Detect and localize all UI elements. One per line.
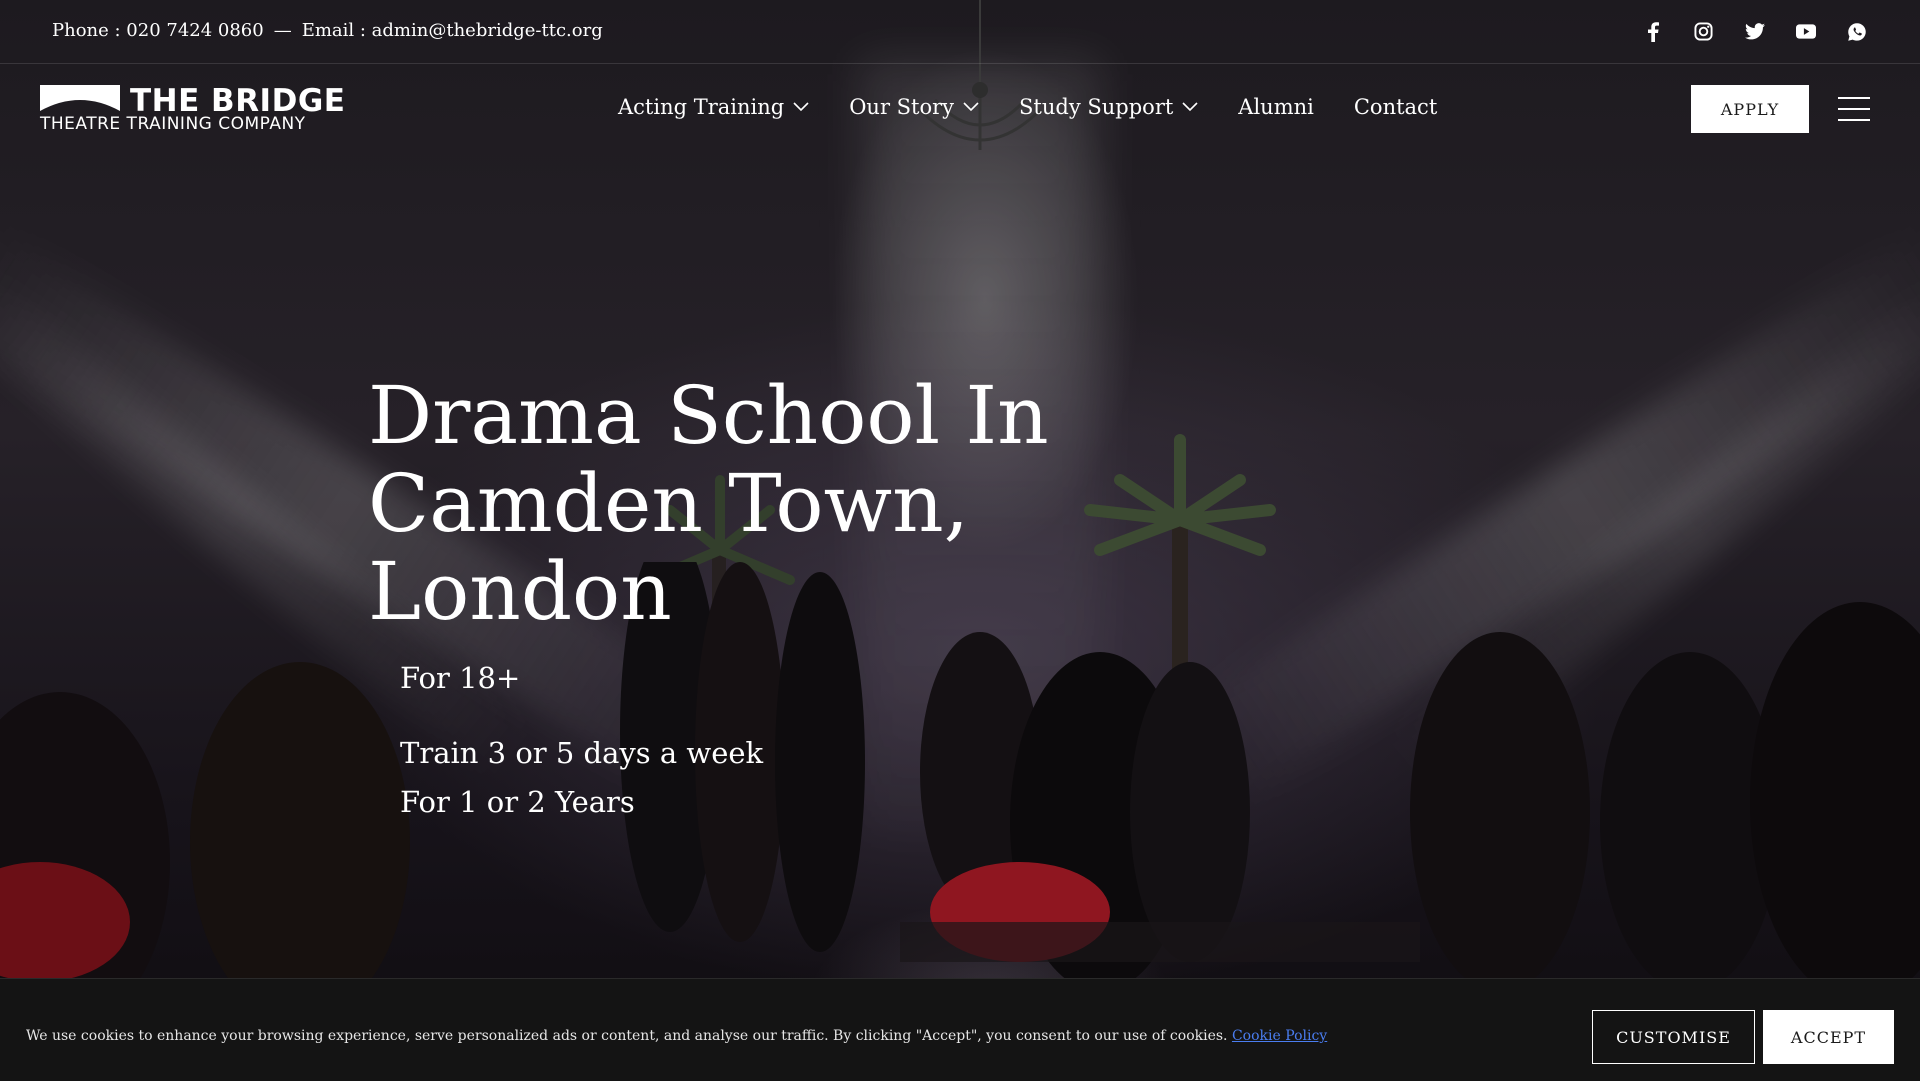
contact-separator: — [273, 20, 292, 41]
nav-item-contact[interactable]: Contact [1354, 95, 1437, 119]
phone-link[interactable]: Phone : 020 7424 0860 [52, 20, 264, 41]
main-navigation: Acting Training Our Story Study Support … [618, 95, 1437, 119]
nav-item-alumni[interactable]: Alumni [1238, 95, 1314, 119]
site-logo[interactable]: THE BRIDGE THEATRE TRAINING COMPANY [40, 83, 345, 135]
bridge-logo-icon [40, 85, 120, 111]
apply-button[interactable]: APPLY [1691, 85, 1809, 133]
nav-item-acting-training[interactable]: Acting Training [618, 95, 809, 119]
cookie-policy-link[interactable]: Cookie Policy [1232, 1028, 1327, 1044]
youtube-icon[interactable] [1794, 20, 1817, 43]
facebook-icon[interactable] [1641, 20, 1664, 43]
top-contact-bar: Phone : 020 7424 0860 — Email : admin@theb… [0, 0, 1920, 64]
social-links [1641, 20, 1868, 43]
contact-info: Phone : 020 7424 0860 — Email : admin@theb… [52, 20, 603, 41]
nav-item-label: Alumni [1238, 95, 1314, 119]
logo-subtitle: THEATRE TRAINING COMPANY [40, 114, 306, 134]
hero-age-text: For 18+ [400, 661, 521, 695]
nav-item-label: Contact [1353, 95, 1438, 119]
chevron-down-icon [1182, 102, 1198, 112]
nav-item-label: Acting Training [618, 95, 785, 119]
nav-item-label: Study Support [1019, 95, 1174, 119]
cookie-consent-banner: We use cookies to enhance your browsing … [0, 978, 1920, 1081]
hamburger-menu-icon[interactable] [1838, 97, 1870, 121]
hero-title: Drama School In Camden Town, London [368, 369, 1049, 638]
chevron-down-icon [963, 102, 979, 112]
email-link[interactable]: Email : admin@thebridge-ttc.org [302, 20, 603, 41]
hero-schedule-text: Train 3 or 5 days a week [400, 736, 764, 770]
nav-item-label: Our Story [849, 95, 955, 119]
cookie-message: We use cookies to enhance your browsing … [26, 1028, 1327, 1044]
nav-item-our-story[interactable]: Our Story [849, 95, 979, 119]
cookie-text: We use cookies to enhance your browsing … [26, 1028, 1228, 1044]
chevron-down-icon [793, 102, 809, 112]
customise-button[interactable]: CUSTOMISE [1592, 1010, 1755, 1064]
twitter-icon[interactable] [1743, 20, 1766, 43]
accept-button[interactable]: ACCEPT [1763, 1010, 1894, 1064]
hero-duration-text: For 1 or 2 Years [400, 785, 635, 819]
nav-item-study-support[interactable]: Study Support [1019, 95, 1198, 119]
whatsapp-icon[interactable] [1845, 20, 1868, 43]
instagram-icon[interactable] [1692, 20, 1715, 43]
